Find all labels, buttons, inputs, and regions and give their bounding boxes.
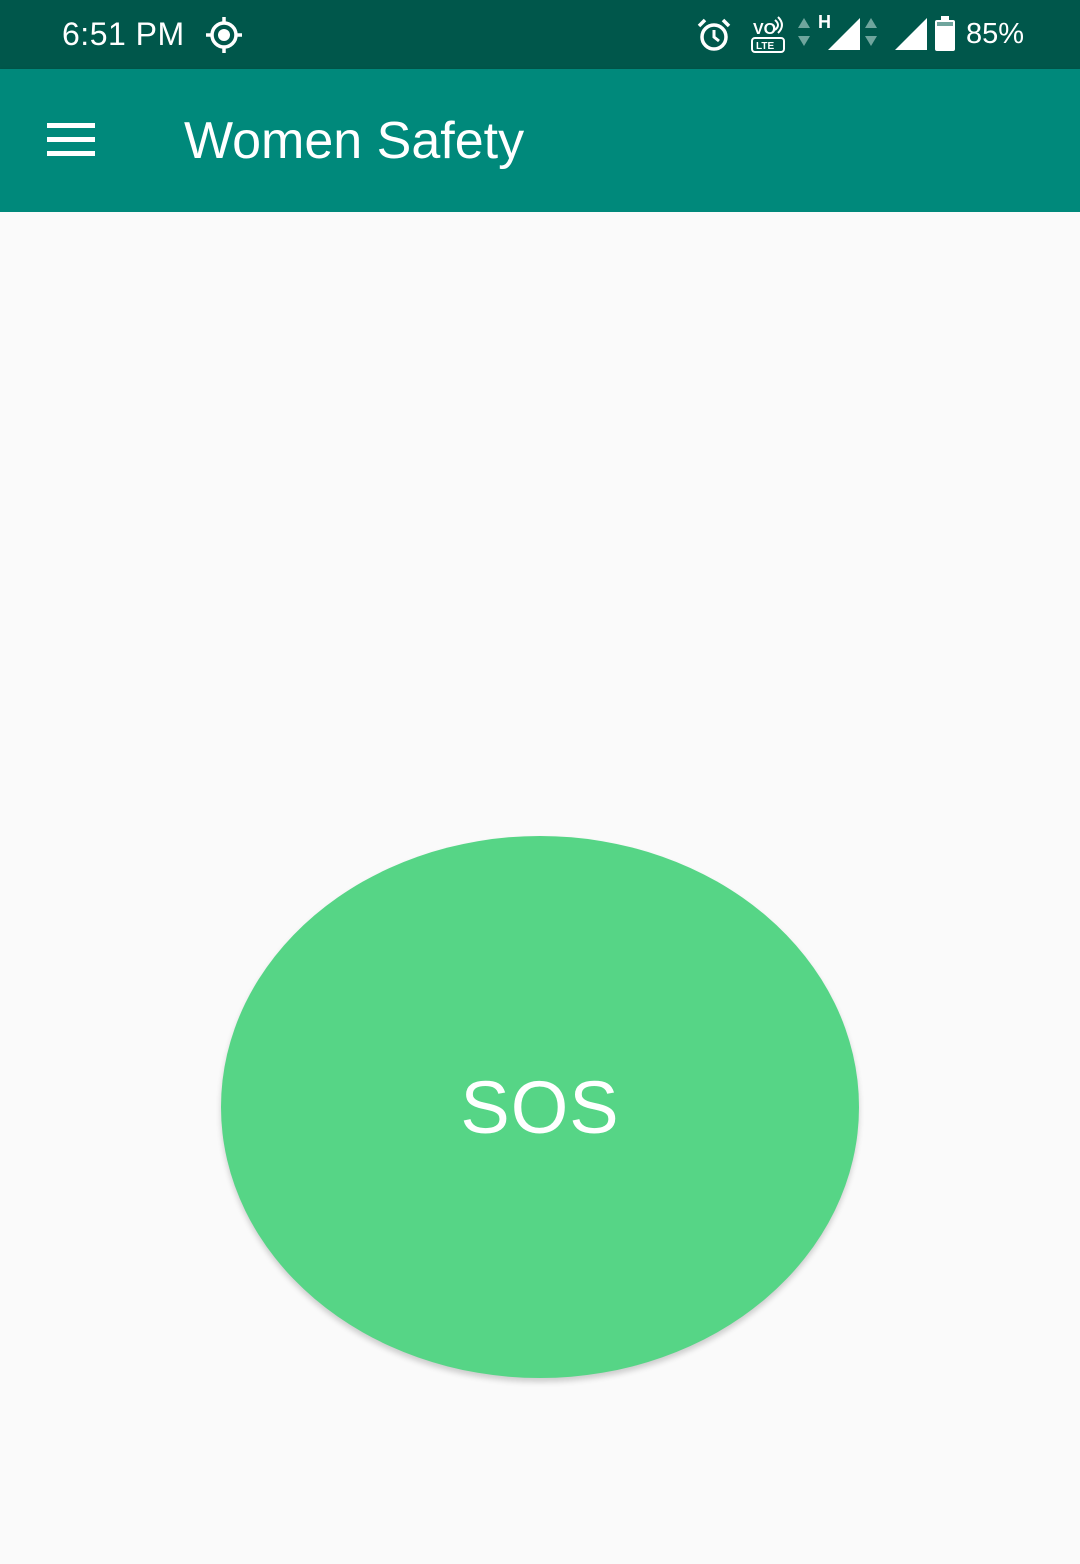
battery-percent: 85% xyxy=(966,18,1025,50)
main-content: SOS xyxy=(0,212,1080,1564)
status-time: 6:51 PM xyxy=(62,16,185,52)
sos-label: SOS xyxy=(460,1065,620,1149)
volte-text: VO xyxy=(753,21,776,38)
app-bar: Women Safety xyxy=(0,69,1080,212)
app-title: Women Safety xyxy=(184,112,525,170)
alarm-icon xyxy=(697,18,731,51)
signal-icon-2 xyxy=(895,18,927,50)
battery-icon xyxy=(935,16,955,51)
hamburger-menu-icon[interactable] xyxy=(47,123,95,157)
status-bar: 6:51 PM VO LTE H 85% xyxy=(0,0,1080,69)
location-icon xyxy=(206,17,242,53)
lte-text: LTE xyxy=(756,41,774,52)
volte-icon: VO LTE xyxy=(751,16,785,53)
data-activity-icon xyxy=(798,18,810,46)
signal-icon xyxy=(828,18,860,50)
sos-button[interactable]: SOS xyxy=(221,836,859,1378)
data-activity-icon-2 xyxy=(865,18,877,46)
